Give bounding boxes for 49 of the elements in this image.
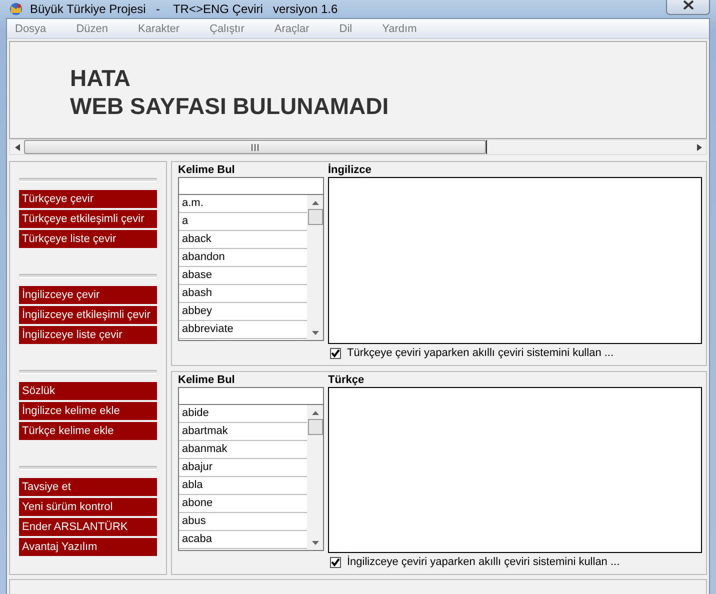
menu-item[interactable]: Düzen [70,19,114,38]
check-icon [331,348,340,358]
search-field[interactable] [178,386,324,404]
checkbox-label: İngilizceye çeviri yaparken akıllı çeviri sistemini kullan ... [347,554,620,570]
error-heading: WEB SAYFASI BULUNAMADI [70,92,390,120]
menu-item[interactable]: Dosya [9,19,52,38]
scrollbar-thumb[interactable] [308,209,322,225]
app-icon [8,1,24,17]
right-arrow-icon[interactable] [696,144,702,150]
left-arrow-icon[interactable] [14,144,20,150]
scrollbar-thumb[interactable] [308,418,322,434]
menu-item[interactable]: Yardım [376,19,423,38]
command-button[interactable]: İngilizceye çevir [19,286,157,304]
vertical-scrollbar[interactable] [307,195,323,340]
grip-icon [250,144,260,150]
check-icon [331,558,340,567]
up-arrow-icon[interactable] [312,408,318,416]
command-button[interactable]: Yeni sürüm kontrol [19,498,157,516]
close-icon [682,0,694,10]
text-area-label: İngilizce [328,164,372,177]
command-button[interactable]: İngilizceye liste çevir [19,326,157,344]
search-field[interactable] [178,177,324,194]
command-button[interactable]: Tavsiye et [19,478,157,496]
checkbox[interactable] [330,557,341,568]
menu-item[interactable]: Çalıştır [204,19,250,38]
down-arrow-icon[interactable] [312,329,318,337]
up-arrow-icon[interactable] [312,199,318,207]
menu-item[interactable]: Karakter [132,19,186,38]
window-title: Büyük Türkiye Projesi - TR<>ENG Çeviri versiyon 1.6 [30,1,338,18]
command-button[interactable]: Türkçeye liste çevir [19,230,157,248]
close-button[interactable] [666,0,710,14]
command-button[interactable]: Sözlük [19,382,157,400]
command-button[interactable]: Avantaj Yazılım [19,538,157,556]
command-button[interactable]: İngilizce kelime ekle [19,402,157,420]
menu-item[interactable]: Dil [333,19,358,38]
search-label: Kelime Bul [178,374,236,386]
command-button[interactable]: Ender ARSLANTÜRK [19,518,157,536]
command-button[interactable]: Türkçeye çevir [19,190,157,208]
down-arrow-icon[interactable] [312,538,318,546]
menu-item[interactable]: Araçlar [268,19,316,38]
search-label: Kelime Bul [178,164,236,177]
checkbox-label: Türkçeye çeviri yaparken akıllı çeviri sistemini kullan ... [347,346,614,361]
text-area-label: Türkçe [328,374,366,386]
vertical-scrollbar[interactable] [307,404,323,550]
command-button[interactable]: İngilizceye etkileşimli çevir [19,306,157,324]
error-heading: HATA [70,64,132,92]
command-button[interactable]: Türkçe kelime ekle [19,422,157,440]
command-button[interactable]: Türkçeye etkileşimli çevir [19,210,157,228]
checkbox[interactable] [330,348,341,358]
